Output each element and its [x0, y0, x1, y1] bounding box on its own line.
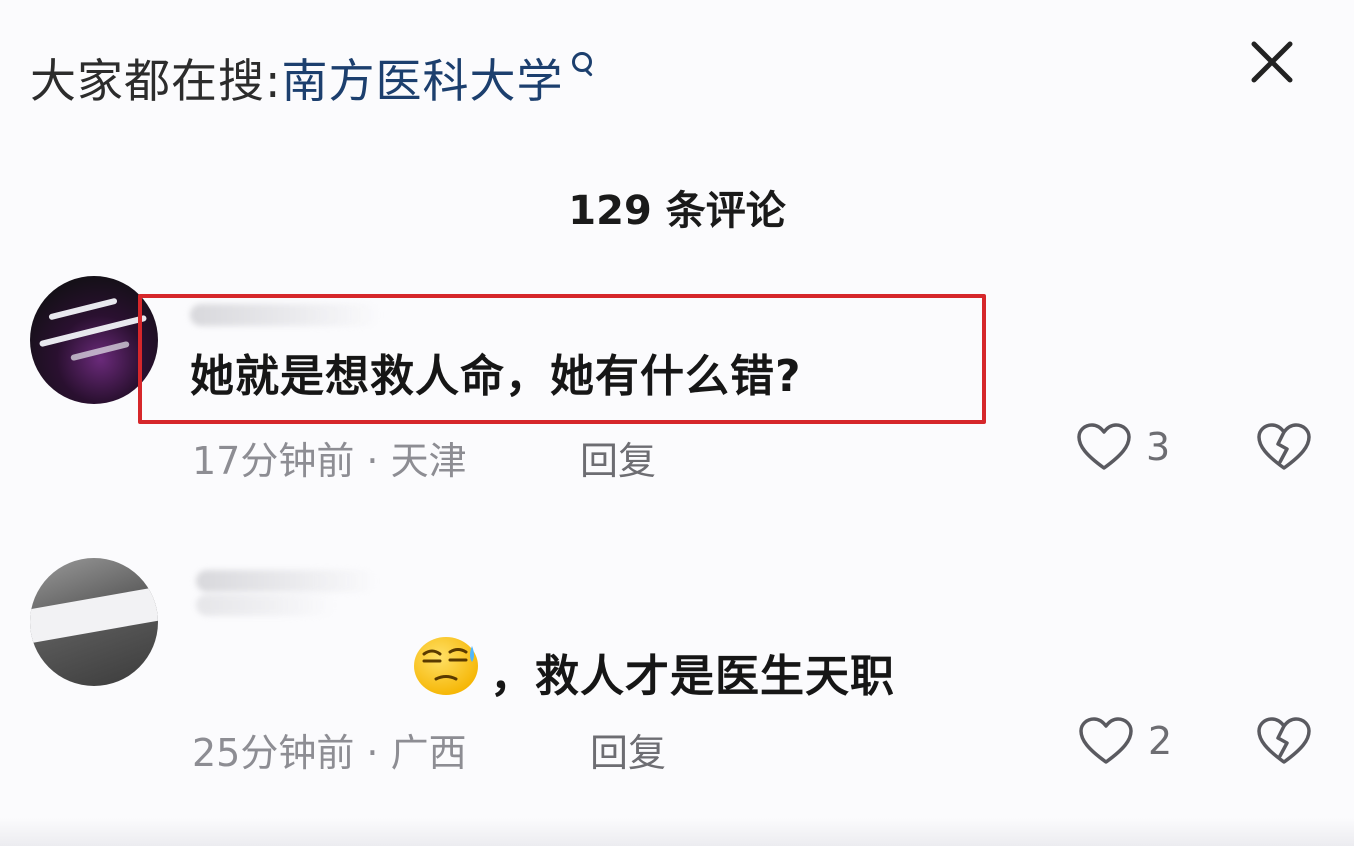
search-suggestion-keyword[interactable]: 南方医科大学: [282, 45, 564, 111]
search-suggestion[interactable]: 大家都在搜: 南方医科大学: [30, 38, 598, 118]
like-count: 2: [1148, 719, 1173, 763]
reply-button[interactable]: 回复: [590, 722, 666, 777]
comments-panel: 大家都在搜: 南方医科大学 129 条评论 她就是想救人命，她有什么错? 17分…: [0, 0, 1354, 846]
comment-count-title: 129 条评论: [568, 188, 786, 234]
heart-outline-icon: [1077, 423, 1131, 470]
comment-time-location: 25分钟前 · 广西: [192, 731, 467, 775]
broken-heart-icon: [1257, 423, 1311, 470]
search-icon[interactable]: [568, 44, 598, 84]
heart-outline-icon: [1079, 717, 1133, 764]
tearful-wry-face-emoji: [414, 637, 478, 695]
search-suggestion-prefix: 大家都在搜:: [30, 54, 282, 108]
username-redacted[interactable]: [196, 570, 376, 592]
broken-heart-icon: [1257, 717, 1311, 764]
comment-item: ，救人才是医生天职 25分钟前 · 广西 回复 2: [0, 556, 1354, 786]
like-button[interactable]: 2: [1078, 716, 1172, 766]
like-count: 3: [1146, 425, 1171, 469]
comment-time-location: 17分钟前 · 天津: [192, 439, 467, 483]
username-redacted: [196, 594, 336, 616]
dislike-button[interactable]: [1256, 716, 1312, 766]
reply-button[interactable]: 回复: [580, 430, 656, 485]
comment-text: 她就是想救人命，她有什么错?: [190, 351, 802, 402]
like-button[interactable]: 3: [1076, 422, 1170, 472]
bottom-edge: [0, 818, 1354, 846]
comment-text: ，救人才是医生天职: [490, 651, 895, 702]
comment-item: 她就是想救人命，她有什么错? 17分钟前 · 天津 回复 3: [0, 272, 1354, 492]
avatar[interactable]: [30, 558, 158, 686]
close-button[interactable]: [1240, 30, 1304, 94]
dislike-button[interactable]: [1256, 422, 1312, 472]
close-icon: [1251, 41, 1293, 83]
